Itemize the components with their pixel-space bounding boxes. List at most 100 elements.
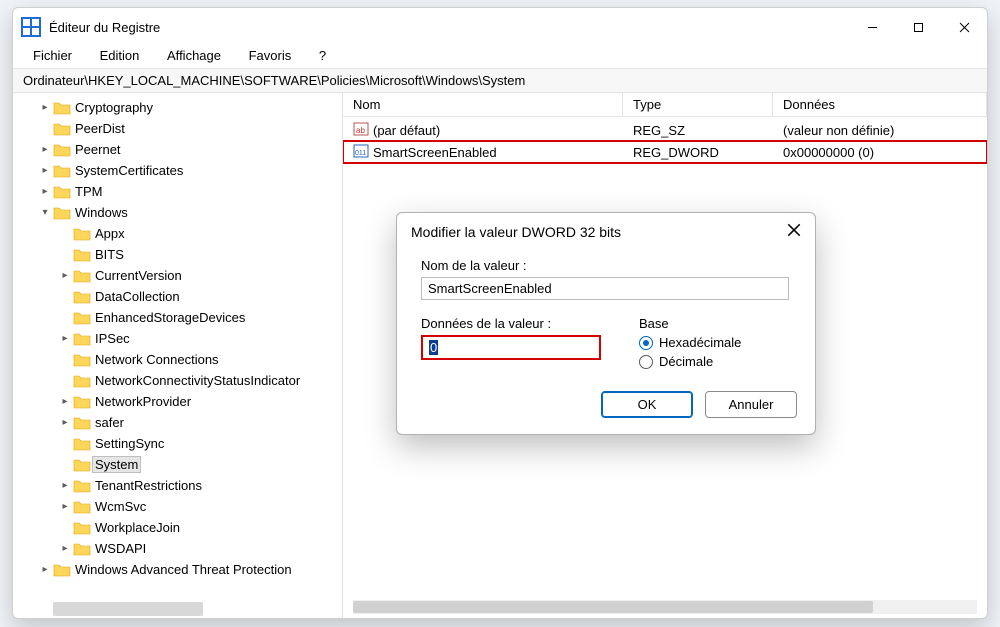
- maximize-button[interactable]: [895, 11, 941, 43]
- value-icon: ab: [353, 121, 369, 140]
- tree-item[interactable]: ▾ Windows: [17, 202, 342, 223]
- col-name[interactable]: Nom: [343, 93, 623, 116]
- window-title: Éditeur du Registre: [49, 20, 160, 35]
- tree-item-label: WSDAPI: [95, 541, 146, 556]
- tree-item[interactable]: Appx: [17, 223, 342, 244]
- chevron-icon: ▸: [57, 417, 73, 428]
- tree-item[interactable]: WorkplaceJoin: [17, 517, 342, 538]
- tree-item-label: TenantRestrictions: [95, 478, 202, 493]
- ok-button[interactable]: OK: [601, 391, 693, 418]
- minimize-button[interactable]: [849, 11, 895, 43]
- dialog-close-icon[interactable]: [787, 223, 801, 240]
- tree-item-label: Windows Advanced Threat Protection: [75, 562, 292, 577]
- list-row[interactable]: 011SmartScreenEnabledREG_DWORD0x00000000…: [343, 141, 987, 163]
- tree-item[interactable]: BITS: [17, 244, 342, 265]
- list-row[interactable]: ab(par défaut)REG_SZ(valeur non définie): [343, 119, 987, 141]
- edit-dword-dialog: Modifier la valeur DWORD 32 bits Nom de …: [396, 212, 816, 435]
- cell-data: 0x00000000 (0): [773, 145, 987, 160]
- dialog-title: Modifier la valeur DWORD 32 bits: [411, 224, 621, 240]
- tree-item[interactable]: ▸TPM: [17, 181, 342, 202]
- tree-item[interactable]: SettingSync: [17, 433, 342, 454]
- radio-hex[interactable]: Hexadécimale: [639, 335, 791, 350]
- dialog-titlebar: Modifier la valeur DWORD 32 bits: [397, 213, 815, 248]
- tree-item[interactable]: PeerDist: [17, 118, 342, 139]
- menu-favorites[interactable]: Favoris: [239, 46, 302, 65]
- close-button[interactable]: [941, 11, 987, 43]
- cell-type: REG_SZ: [623, 123, 773, 138]
- tree-item-label: Network Connections: [95, 352, 219, 367]
- tree-item[interactable]: ▸ WSDAPI: [17, 538, 342, 559]
- tree-item[interactable]: ▸ safer: [17, 412, 342, 433]
- list-horizontal-scrollbar[interactable]: [343, 600, 977, 614]
- tree-item-label: CurrentVersion: [95, 268, 182, 283]
- tree-item-label: NetworkProvider: [95, 394, 191, 409]
- address-bar[interactable]: Ordinateur\HKEY_LOCAL_MACHINE\SOFTWARE\P…: [13, 68, 987, 93]
- chevron-icon: ▸: [57, 480, 73, 491]
- cell-type: REG_DWORD: [623, 145, 773, 160]
- radio-dot-icon: [639, 336, 653, 350]
- menu-bar: Fichier Edition Affichage Favoris ?: [13, 46, 987, 68]
- tree-item[interactable]: ▸ WcmSvc: [17, 496, 342, 517]
- tree-item[interactable]: NetworkConnectivityStatusIndicator: [17, 370, 342, 391]
- menu-help[interactable]: ?: [309, 46, 336, 65]
- menu-edit[interactable]: Edition: [90, 46, 150, 65]
- chevron-icon: ▸: [57, 543, 73, 554]
- chevron-icon: ▸: [37, 564, 53, 575]
- radio-dot-icon: [639, 355, 653, 369]
- col-data[interactable]: Données: [773, 93, 987, 116]
- cancel-button[interactable]: Annuler: [705, 391, 797, 418]
- radio-dec[interactable]: Décimale: [639, 354, 791, 369]
- tree-item-label: safer: [95, 415, 124, 430]
- tree-item[interactable]: Network Connections: [17, 349, 342, 370]
- tree-item-label: PeerDist: [75, 121, 125, 136]
- data-label: Données de la valeur :: [421, 316, 609, 331]
- tree-item-label: System: [92, 456, 141, 473]
- tree-item-label: Appx: [95, 226, 125, 241]
- name-field: SmartScreenEnabled: [421, 277, 789, 300]
- menu-file[interactable]: Fichier: [23, 46, 82, 65]
- title-bar: Éditeur du Registre: [13, 8, 987, 46]
- chevron-icon: ▸: [57, 333, 73, 344]
- menu-view[interactable]: Affichage: [157, 46, 231, 65]
- svg-text:ab: ab: [356, 126, 365, 135]
- svg-text:011: 011: [355, 150, 366, 157]
- tree-item[interactable]: DataCollection: [17, 286, 342, 307]
- cell-name: 011SmartScreenEnabled: [343, 143, 623, 162]
- tree-item-label: WorkplaceJoin: [95, 520, 180, 535]
- tree-item-label: DataCollection: [95, 289, 180, 304]
- tree-item[interactable]: ▸ TenantRestrictions: [17, 475, 342, 496]
- value-data-input[interactable]: 0: [421, 335, 601, 360]
- tree-item-label: BITS: [95, 247, 124, 262]
- tree-item[interactable]: ▸NetworkProvider: [17, 391, 342, 412]
- chevron-icon: ▸: [37, 144, 53, 155]
- chevron-icon: ▾: [37, 207, 53, 218]
- tree-item-label: NetworkConnectivityStatusIndicator: [95, 373, 300, 388]
- tree-item[interactable]: ▸ Windows Advanced Threat Protection: [17, 559, 342, 580]
- tree-item-label: Windows: [75, 205, 128, 220]
- chevron-icon: ▸: [37, 186, 53, 197]
- tree-item[interactable]: ▸ IPSec: [17, 328, 342, 349]
- tree-item-label: SettingSync: [95, 436, 164, 451]
- base-label: Base: [639, 316, 791, 331]
- chevron-icon: ▸: [57, 270, 73, 281]
- cell-data: (valeur non définie): [773, 123, 987, 138]
- tree-item[interactable]: ▸ Peernet: [17, 139, 342, 160]
- tree-horizontal-scrollbar-thumb[interactable]: [53, 602, 203, 616]
- tree-item[interactable]: ▸SystemCertificates: [17, 160, 342, 181]
- chevron-icon: ▸: [37, 102, 53, 113]
- tree-item-label: Peernet: [75, 142, 121, 157]
- chevron-icon: ▸: [57, 501, 73, 512]
- tree-panel[interactable]: ▸Cryptography PeerDist ▸ Peernet ▸SystemCert…: [13, 93, 343, 618]
- name-label: Nom de la valeur :: [421, 258, 791, 273]
- tree-item[interactable]: EnhancedStorageDevices: [17, 307, 342, 328]
- address-path: Ordinateur\HKEY_LOCAL_MACHINE\SOFTWARE\P…: [23, 73, 525, 88]
- tree-item[interactable]: ▸Cryptography: [17, 97, 342, 118]
- tree-item-label: EnhancedStorageDevices: [95, 310, 245, 325]
- tree-item[interactable]: ▸ CurrentVersion: [17, 265, 342, 286]
- chevron-icon: ▸: [37, 165, 53, 176]
- tree-item-label: IPSec: [95, 331, 130, 346]
- tree-item-label: WcmSvc: [95, 499, 146, 514]
- tree-item[interactable]: System: [17, 454, 342, 475]
- col-type[interactable]: Type: [623, 93, 773, 116]
- cell-name: ab(par défaut): [343, 121, 623, 140]
